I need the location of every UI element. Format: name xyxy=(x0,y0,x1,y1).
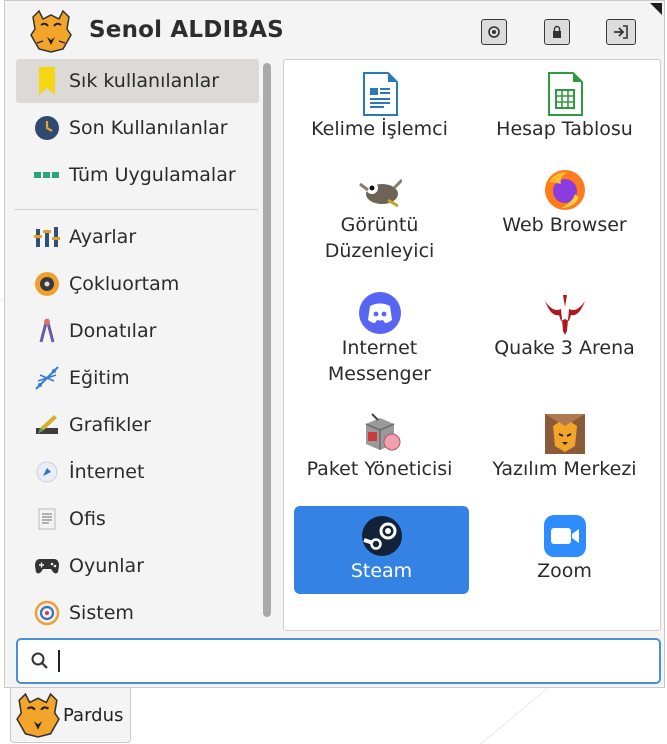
category-label: Ayarlar xyxy=(69,226,137,248)
search-icon xyxy=(31,652,48,669)
app-firefox[interactable]: Web Browser xyxy=(477,168,652,238)
dots-icon xyxy=(34,162,60,188)
app-label: Quake 3 Arena xyxy=(494,337,635,359)
category-label: Eğitim xyxy=(69,367,130,389)
package-manager-icon xyxy=(358,412,402,456)
writer-icon xyxy=(358,72,402,116)
category-all-apps[interactable]: Tüm Uygulamalar xyxy=(16,153,259,197)
category-label: Oyunlar xyxy=(69,555,145,577)
app-label: Web Browser xyxy=(502,214,627,236)
favorites-app-grid: Kelime İşlemci Hesap Tablosu Görüntü Düz… xyxy=(283,59,661,631)
category-label: Çokluortam xyxy=(69,273,180,295)
screen-lock-icon xyxy=(488,26,500,38)
menu-header: Senol ALDIBAS xyxy=(5,1,664,59)
category-multimedia[interactable]: Çokluortam xyxy=(16,262,259,306)
search-input[interactable] xyxy=(62,640,652,682)
category-internet[interactable]: İnternet xyxy=(16,450,259,494)
logout-icon xyxy=(614,25,628,39)
category-games[interactable]: Oyunlar xyxy=(16,544,259,588)
category-label: Sık kullanılanlar xyxy=(69,70,220,92)
gamepad-icon xyxy=(34,553,60,579)
sidebar-scrollbar[interactable] xyxy=(263,63,271,617)
category-system[interactable]: Sistem xyxy=(16,591,259,635)
accessories-icon xyxy=(34,318,60,344)
graphics-icon xyxy=(34,412,60,438)
sidebar-divider xyxy=(14,209,258,210)
gimp-icon xyxy=(358,168,402,212)
category-label: Donatılar xyxy=(69,320,157,342)
app-steam[interactable]: Steam xyxy=(294,506,469,594)
settings-sliders-icon xyxy=(34,224,60,250)
discord-icon xyxy=(358,291,402,335)
user-name: Senol ALDIBAS xyxy=(89,17,284,43)
multimedia-icon xyxy=(34,271,60,297)
category-education[interactable]: Eğitim xyxy=(16,356,259,400)
app-label: Paket Yöneticisi xyxy=(306,458,453,480)
category-sidebar: Sık kullanılanlar Son Kullanılanlar Tüm … xyxy=(14,59,260,631)
app-label: Yazılım Merkezi xyxy=(492,458,637,480)
category-accessories[interactable]: Donatılar xyxy=(16,309,259,353)
app-writer[interactable]: Kelime İşlemci xyxy=(292,72,467,142)
app-quake3[interactable]: Quake 3 Arena xyxy=(477,291,652,361)
app-label: Zoom xyxy=(537,560,592,582)
taskbar-label: Pardus xyxy=(63,704,124,726)
lock-button[interactable] xyxy=(544,19,570,45)
category-settings[interactable]: Ayarlar xyxy=(16,215,259,259)
firefox-icon xyxy=(543,168,587,212)
office-icon xyxy=(34,506,60,532)
pardus-lion-avatar-icon[interactable] xyxy=(29,9,73,53)
category-label: İnternet xyxy=(69,461,145,483)
steam-icon xyxy=(360,514,404,558)
app-discord[interactable]: Internet Messenger xyxy=(292,291,467,387)
quake-icon xyxy=(543,291,587,335)
app-zoom[interactable]: Zoom xyxy=(477,514,652,584)
category-label: Tüm Uygulamalar xyxy=(69,164,236,186)
category-office[interactable]: Ofis xyxy=(16,497,259,541)
app-calc[interactable]: Hesap Tablosu xyxy=(477,72,652,142)
app-label: Internet Messenger xyxy=(327,337,432,385)
search-box[interactable] xyxy=(16,638,661,684)
app-label: Görüntü Düzenleyici xyxy=(324,214,435,262)
lock-icon xyxy=(553,25,561,38)
logout-button[interactable] xyxy=(606,19,636,45)
category-graphics[interactable]: Grafikler xyxy=(16,403,259,447)
software-center-icon xyxy=(543,412,587,456)
category-recent[interactable]: Son Kullanılanlar xyxy=(16,106,259,150)
pardus-logo-icon xyxy=(16,692,60,738)
app-label: Hesap Tablosu xyxy=(496,118,633,140)
calc-icon xyxy=(543,72,587,116)
category-label: Ofis xyxy=(69,508,106,530)
application-menu: Senol ALDIBAS Sık kullanılanlar Son Kull… xyxy=(4,0,665,688)
app-gimp[interactable]: Görüntü Düzenleyici xyxy=(292,168,467,264)
text-caret xyxy=(58,650,60,672)
app-label: Steam xyxy=(350,560,413,582)
category-label: Sistem xyxy=(69,602,134,624)
app-package-manager[interactable]: Paket Yöneticisi xyxy=(292,412,467,482)
app-label: Kelime İşlemci xyxy=(311,118,448,140)
bookmark-icon xyxy=(34,67,60,95)
app-software-center[interactable]: Yazılım Merkezi xyxy=(477,412,652,482)
zoom-icon xyxy=(543,514,587,558)
internet-icon xyxy=(34,459,60,485)
taskbar-menu-button[interactable]: Pardus xyxy=(10,688,131,743)
system-icon xyxy=(34,600,60,626)
clock-icon xyxy=(34,115,60,141)
education-icon xyxy=(34,365,60,391)
category-label: Son Kullanılanlar xyxy=(69,117,228,139)
category-favorites[interactable]: Sık kullanılanlar xyxy=(16,59,259,103)
screensaver-button[interactable] xyxy=(481,19,507,45)
category-label: Grafikler xyxy=(69,414,151,436)
